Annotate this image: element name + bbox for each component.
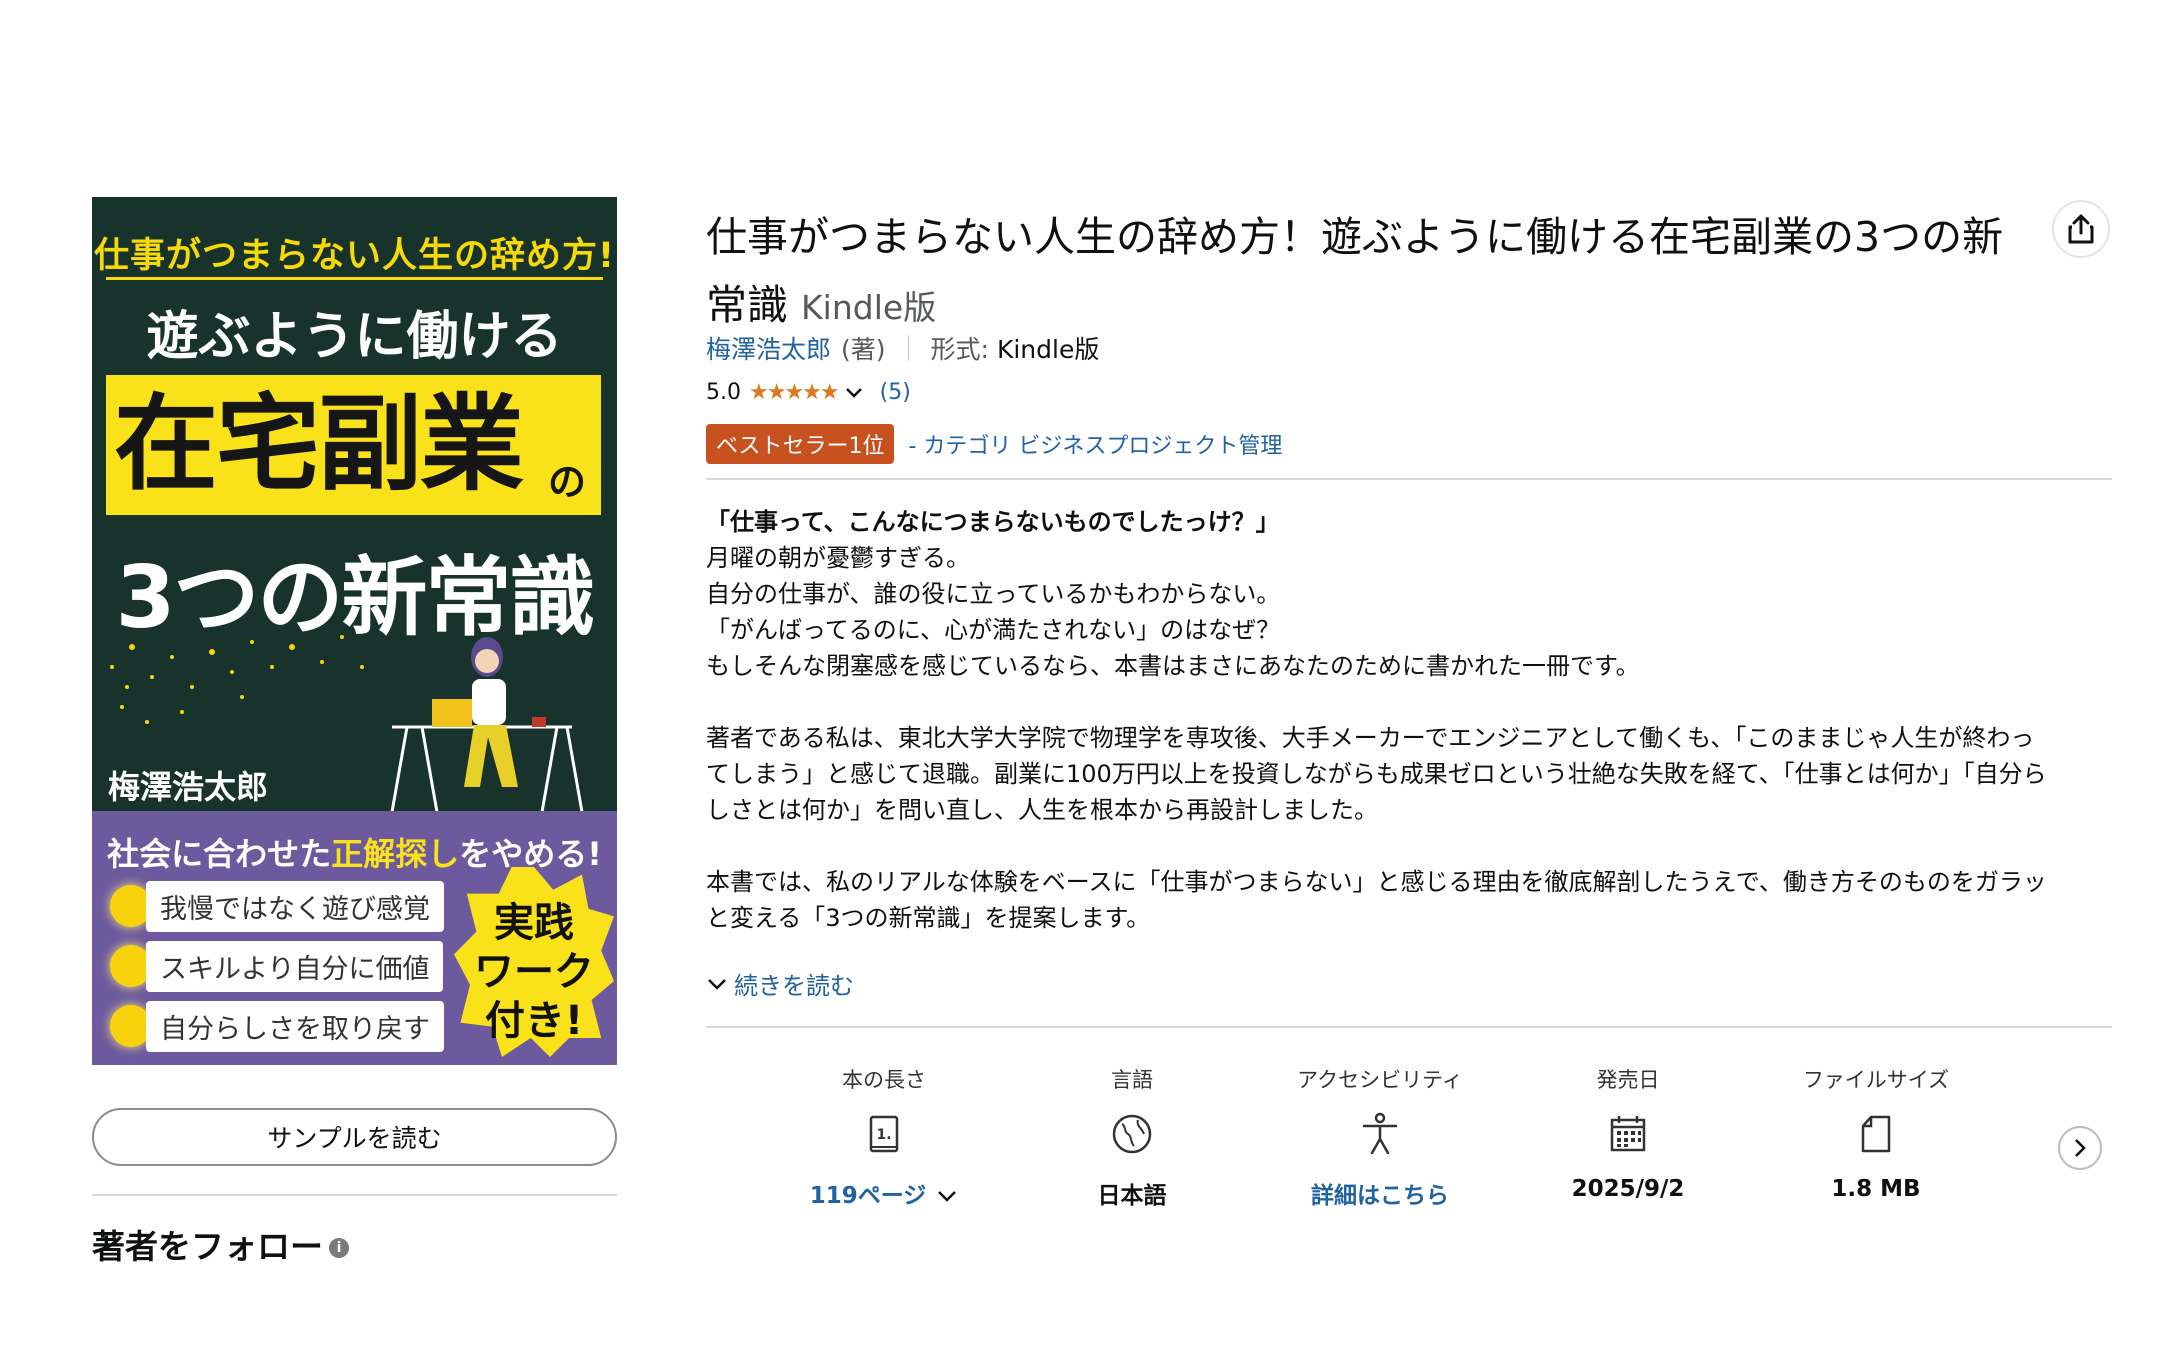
attribute-book-length: 本の長さ 1. 119ページ (760, 1064, 1008, 1210)
divider (92, 1194, 617, 1196)
svg-text:1.: 1. (876, 1127, 891, 1143)
description-line: しさとは何か」を問い直し、人生を根本から再設計しました。 (706, 796, 1378, 824)
read-more-label: 続きを読む (734, 972, 854, 1000)
globe-icon (1108, 1110, 1156, 1158)
cover-purple-title: 社会に合わせた正解探しをやめる! (92, 829, 617, 875)
book-cover-image[interactable]: 仕事がつまらない人生の辞め方! 遊ぶように働ける 在宅副業 の 3つの新常識 梅… (92, 197, 617, 1065)
description-line: もしそんな閉塞感を感じているなら、本書はまさにあなたのために書かれた一冊です。 (706, 652, 1640, 680)
cover-bullet-text: 我慢ではなく遊び感覚 (146, 880, 444, 932)
separator (907, 335, 909, 361)
format-label: 形式: (930, 335, 989, 364)
info-icon[interactable]: i (329, 1238, 349, 1258)
cover-main-title: 在宅副業 (114, 383, 524, 505)
attribute-label: 本の長さ (842, 1068, 926, 1092)
description-line: 月曜の朝が憂鬱すぎる。 (706, 544, 970, 572)
read-sample-button[interactable]: サンプルを読む (92, 1108, 617, 1166)
description-line: 本書では、私のリアルな体験をベースに「仕事がつまらない」と感じる理由を徹底解剖し… (706, 868, 2047, 896)
book-attributes-carousel: 本の長さ 1. 119ページ 言語 日本語 アクセシビリティ 詳細はこちら 発売… (760, 1064, 2000, 1210)
book-description: 「仕事って、こんなにつまらないものでしたっけ？」 月曜の朝が憂鬱すぎる。 自分の… (706, 504, 2112, 936)
cover-burst-text: 実践 ワーク 付き! (454, 899, 614, 1045)
rating-count-link[interactable]: (5) (880, 380, 911, 405)
chevron-down-icon[interactable] (936, 1188, 958, 1204)
description-line: 自分の仕事が、誰の役に立っているかもわからない。 (706, 580, 1281, 608)
cover-subtitle: 遊ぶように働ける (146, 307, 563, 367)
attribute-value: 1.8 MB (1831, 1176, 1921, 1202)
follow-author-label: 著者をフォロー (92, 1227, 323, 1266)
attribute-release-date: 発売日 2025/9/2 (1504, 1064, 1752, 1210)
rating-value: 5.0 (706, 380, 741, 405)
cover-divider (106, 277, 603, 280)
description-line: と変える「3つの新常識」を提案します。 (706, 904, 1151, 932)
cover-burst-line: 実践 (494, 900, 574, 946)
cover-main-suffix: の (548, 460, 587, 504)
star-rating-icon: ★★★★★ (749, 380, 840, 405)
attribute-label: ファイルサイズ (1802, 1068, 1950, 1092)
accessibility-details-link[interactable]: 詳細はこちら (1311, 1176, 1449, 1210)
share-button[interactable] (2052, 200, 2110, 258)
calendar-icon (1604, 1110, 1652, 1158)
attribute-label: アクセシビリティ (1297, 1068, 1463, 1092)
chevron-right-icon (2075, 1139, 2086, 1157)
read-more-link[interactable]: 続きを読む (706, 966, 854, 1001)
cover-purple-title-highlight: 正解探し (331, 835, 460, 873)
cover-bullet-text: スキルより自分に価値 (146, 940, 444, 992)
cover-burst-line: ワーク (474, 948, 594, 995)
cover-bullet: 自分らしさを取り戻す (110, 1000, 444, 1052)
book-page-icon: 1. (860, 1110, 908, 1158)
page-count-link[interactable]: 119ページ (810, 1176, 927, 1210)
share-icon (2068, 214, 2094, 244)
cover-author: 梅澤浩太郎 (108, 768, 269, 806)
cover-burst-line: 付き! (484, 997, 584, 1044)
attribute-file-size: ファイルサイズ 1.8 MB (1752, 1064, 2000, 1210)
bestseller-category-link[interactable]: - カテゴリ ビジネスプロジェクト管理 (908, 428, 1282, 460)
description-line: てしまう」と感じて退職。副業に100万円以上を投資しながらも成果ゼロという壮絶な… (706, 760, 2047, 788)
description-line: 「がんばってるのに、心が満たされない」のはなぜ？ (706, 616, 1281, 644)
rating-row[interactable]: 5.0 ★★★★★ (5) (706, 380, 911, 405)
byline: 梅澤浩太郎 (著) 形式: Kindle版 (706, 330, 1099, 366)
follow-author-heading: 著者をフォロー i (92, 1220, 349, 1268)
attribute-value[interactable]: 119ページ (810, 1176, 959, 1210)
chevron-down-icon[interactable] (844, 386, 864, 400)
cover-purple-title-pre: 社会に合わせた (107, 835, 332, 873)
author-role: (著) (841, 335, 886, 364)
product-format-tag: Kindle版 (801, 288, 937, 327)
cover-bullet: 我慢ではなく遊び感覚 (110, 880, 444, 932)
attribute-language: 言語 日本語 (1008, 1064, 1256, 1210)
cover-bullet-text: 自分らしさを取り戻す (146, 1000, 444, 1052)
attribute-label: 言語 (1111, 1068, 1153, 1092)
attribute-value: 2025/9/2 (1571, 1176, 1685, 1202)
attribute-label: 発売日 (1596, 1068, 1660, 1092)
bestseller-badge: ベストセラー1位 (706, 424, 895, 464)
description-lead: 「仕事って、こんなにつまらないものでしたっけ？」 (706, 508, 1280, 536)
divider (706, 478, 2112, 480)
accessibility-icon (1356, 1110, 1404, 1158)
chevron-down-icon (708, 978, 726, 990)
description-line: 著者である私は、東北大学大学院で物理学を専攻後、大手メーカーでエンジニアとして働… (706, 724, 2035, 752)
attribute-value: 日本語 (1097, 1183, 1167, 1209)
cover-top-line: 仕事がつまらない人生の辞め方! (94, 236, 615, 276)
author-link[interactable]: 梅澤浩太郎 (706, 330, 831, 366)
file-icon (1852, 1110, 1900, 1158)
divider (706, 1026, 2112, 1028)
product-title: 仕事がつまらない人生の辞め方！遊ぶように働ける在宅副業の3つの新常識 Kindl… (706, 203, 2036, 342)
carousel-next-button[interactable] (2058, 1126, 2102, 1170)
format-value: Kindle版 (996, 335, 1100, 364)
attribute-accessibility: アクセシビリティ 詳細はこちら (1256, 1064, 1504, 1210)
cover-bullet: スキルより自分に価値 (110, 940, 444, 992)
bestseller-row: ベストセラー1位 - カテゴリ ビジネスプロジェクト管理 (706, 424, 1282, 464)
